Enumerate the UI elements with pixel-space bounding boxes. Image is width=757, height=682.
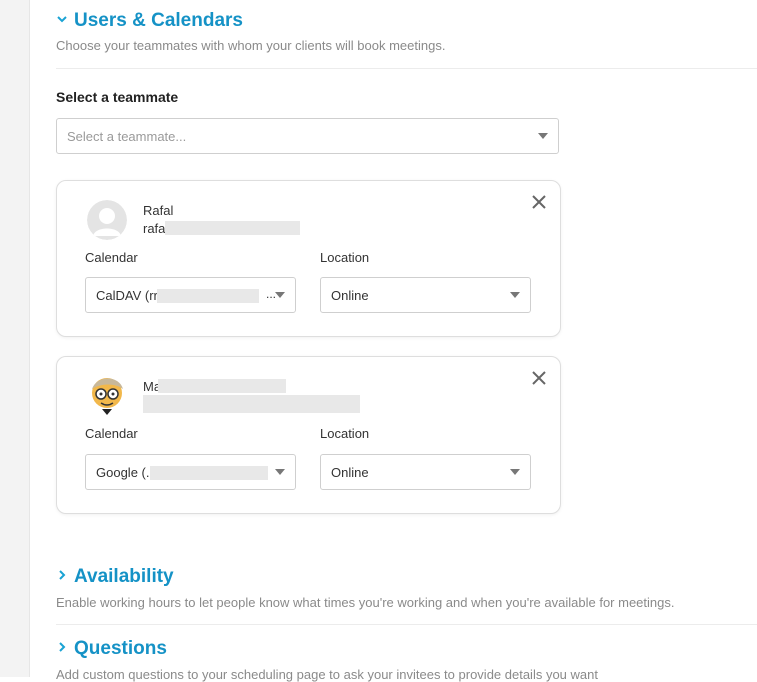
calendar-label: Calendar — [85, 250, 138, 265]
redacted-block — [150, 466, 268, 480]
caret-down-icon — [275, 292, 285, 298]
section-description: Enable working hours to let people know … — [56, 595, 675, 610]
chevron-right-icon — [56, 568, 68, 586]
teammate-card: Rafal rafa Calendar Location CalDAV (rr … — [56, 180, 561, 337]
caret-down-icon — [275, 469, 285, 475]
divider — [56, 624, 757, 625]
default-user-avatar-icon — [87, 200, 127, 240]
location-select[interactable]: Online — [320, 454, 531, 490]
teammate-name: Rafal — [143, 203, 174, 218]
section-description: Choose your teammates with whom your cli… — [56, 38, 446, 53]
left-rail — [0, 0, 30, 677]
select-teammate-placeholder: Select a teammate... — [67, 128, 187, 144]
location-label: Location — [320, 250, 370, 265]
users-calendars-header[interactable]: Users & Calendars — [56, 10, 243, 32]
caret-down-icon — [510, 292, 520, 298]
redacted-block — [143, 395, 360, 413]
cartoon-avatar-icon — [87, 375, 127, 415]
location-select-value: Online — [331, 287, 369, 303]
section-description: Add custom questions to your scheduling … — [56, 667, 598, 682]
section-title: Questions — [74, 638, 167, 659]
calendar-select-value: Google (. — [96, 464, 150, 480]
teammate-email: rafa — [143, 221, 166, 236]
availability-header[interactable]: Availability — [56, 566, 174, 588]
redacted-block — [165, 221, 300, 235]
redacted-block — [158, 379, 286, 393]
divider — [56, 68, 757, 69]
caret-down-icon — [510, 469, 520, 475]
section-title: Availability — [74, 566, 174, 587]
calendar-select[interactable]: Google (. — [85, 454, 296, 490]
close-icon[interactable] — [530, 369, 548, 387]
calendar-select-value: CalDAV (rr — [96, 287, 158, 303]
location-select[interactable]: Online — [320, 277, 531, 313]
select-teammate-label: Select a teammate — [56, 89, 179, 105]
select-teammate-dropdown[interactable]: Select a teammate... — [56, 118, 559, 154]
calendar-select[interactable]: CalDAV (rr ... — [85, 277, 296, 313]
chevron-down-icon — [56, 12, 68, 30]
questions-header[interactable]: Questions — [56, 638, 167, 660]
redacted-block — [157, 289, 259, 303]
close-icon[interactable] — [530, 193, 548, 211]
location-label: Location — [320, 426, 370, 441]
section-title: Users & Calendars — [74, 10, 243, 31]
calendar-label: Calendar — [85, 426, 138, 441]
chevron-right-icon — [56, 640, 68, 658]
location-select-value: Online — [331, 464, 369, 480]
caret-down-icon — [538, 133, 548, 139]
teammate-card: Ma Calendar Location Google (. Online — [56, 356, 561, 514]
